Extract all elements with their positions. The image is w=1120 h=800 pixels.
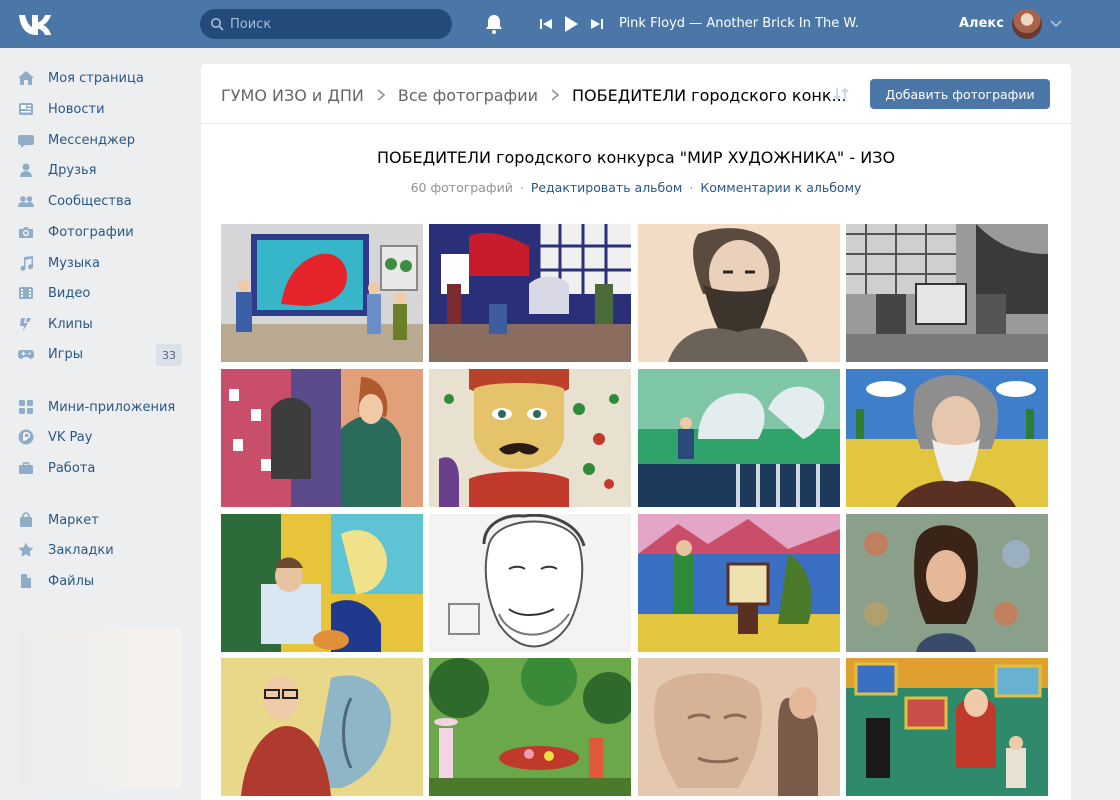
meta-separator: ·: [519, 180, 524, 195]
sidebar-item-label: VK Pay: [48, 429, 93, 445]
photo-thumbnail-11[interactable]: [638, 514, 840, 652]
news-icon: [16, 99, 36, 119]
briefcase-icon: [16, 458, 36, 478]
vkpay-icon: [16, 427, 36, 447]
photo-thumbnail-15[interactable]: [638, 658, 840, 796]
next-track-icon[interactable]: [589, 16, 605, 32]
play-icon[interactable]: [562, 14, 580, 34]
sidebar-item-messenger[interactable]: Мессенджер: [16, 126, 186, 154]
sidebar-item-label: Музыка: [48, 255, 100, 271]
sidebar-item-label: Работа: [48, 460, 96, 476]
sidebar-item-label: Сообщества: [48, 193, 132, 209]
top-bar: Pink Floyd — Another Brick In The W... А…: [0, 0, 1120, 48]
sidebar-ad-block[interactable]: [17, 628, 181, 788]
search-input[interactable]: [230, 9, 440, 39]
star-icon: [16, 540, 36, 560]
chevron-right-icon: [377, 89, 386, 101]
photo-thumbnail-13[interactable]: [221, 658, 423, 796]
photo-thumbnail-12[interactable]: [846, 514, 1048, 652]
games-counter-badge[interactable]: 33: [156, 344, 182, 366]
sidebar-item-label: Новости: [48, 101, 105, 117]
vk-logo-icon[interactable]: [16, 8, 60, 40]
now-playing-track[interactable]: Pink Floyd — Another Brick In The W...: [619, 16, 859, 31]
meta-separator: ·: [689, 180, 694, 195]
sidebar-item-video[interactable]: Видео: [16, 279, 186, 307]
photo-thumbnail-3[interactable]: [638, 224, 840, 362]
photo-thumbnail-16[interactable]: [846, 658, 1048, 796]
bell-icon[interactable]: [484, 13, 504, 35]
breadcrumb-current: ПОБЕДИТЕЛИ городского конк: [572, 85, 832, 105]
sidebar-item-label: Друзья: [48, 162, 97, 178]
gamepad-icon: [16, 344, 36, 364]
sidebar-item-files[interactable]: Файлы: [16, 567, 186, 595]
communities-icon: [16, 191, 36, 211]
sidebar-item-market[interactable]: Маркет: [16, 506, 186, 534]
search-box[interactable]: [200, 9, 452, 39]
video-icon: [16, 283, 36, 303]
sidebar-item-news[interactable]: Новости: [16, 95, 186, 123]
sidebar-item-label: Маркет: [48, 512, 99, 528]
photo-thumbnail-8[interactable]: [846, 369, 1048, 507]
chevron-down-icon[interactable]: [1050, 20, 1062, 28]
breadcrumb-group-link[interactable]: ГУМО ИЗО и ДПИ: [221, 86, 364, 105]
photo-thumbnail-5[interactable]: [221, 369, 423, 507]
sidebar-item-vk-pay[interactable]: VK Pay: [16, 423, 186, 451]
market-bag-icon: [16, 510, 36, 530]
sidebar-item-label: Моя страница: [48, 70, 144, 86]
sidebar-item-label: Игры: [48, 346, 84, 362]
album-meta: 60 фотографий · Редактировать альбом · К…: [201, 180, 1071, 195]
chevron-right-icon: [551, 89, 560, 101]
breadcrumb-all-photos-link[interactable]: Все фотографии: [398, 86, 538, 105]
sidebar-item-label: Фотографии: [48, 224, 134, 240]
sort-arrows-icon[interactable]: [832, 86, 850, 102]
home-icon: [16, 68, 36, 88]
header-divider: [201, 123, 1071, 124]
edit-album-link[interactable]: Редактировать альбом: [531, 180, 683, 195]
sidebar-item-jobs[interactable]: Работа: [16, 454, 186, 482]
album-title: ПОБЕДИТЕЛИ городского конкурса "МИР ХУДО…: [376, 148, 896, 167]
avatar[interactable]: [1012, 9, 1042, 39]
sidebar-item-bookmarks[interactable]: Закладки: [16, 536, 186, 564]
sidebar-item-label: Файлы: [48, 573, 95, 589]
sidebar-item-my-page[interactable]: Моя страница: [16, 64, 186, 92]
sidebar-item-label: Видео: [48, 285, 91, 301]
sidebar-item-clips[interactable]: Клипы: [16, 310, 186, 338]
photo-thumbnail-14[interactable]: [429, 658, 631, 796]
sidebar-item-friends[interactable]: Друзья: [16, 156, 186, 184]
file-icon: [16, 571, 36, 591]
mini-apps-icon: [16, 397, 36, 417]
sidebar-item-label: Клипы: [48, 316, 93, 332]
photo-thumbnail-9[interactable]: [221, 514, 423, 652]
album-comments-link[interactable]: Комментарии к альбому: [700, 180, 861, 195]
messenger-icon: [16, 130, 36, 150]
sidebar-item-label: Закладки: [48, 542, 114, 558]
add-photos-button[interactable]: Добавить фотографии: [870, 79, 1050, 109]
sidebar-item-music[interactable]: Музыка: [16, 249, 186, 277]
camera-icon: [16, 222, 36, 242]
sidebar-item-mini-apps[interactable]: Мини-приложения: [16, 393, 186, 421]
photo-thumbnail-7[interactable]: [638, 369, 840, 507]
photo-thumbnail-6[interactable]: [429, 369, 631, 507]
photo-thumbnail-10[interactable]: [429, 514, 631, 652]
photo-thumbnail-2[interactable]: [429, 224, 631, 362]
clips-icon: [16, 314, 36, 334]
sidebar-item-label: Мини-приложения: [48, 399, 176, 415]
previous-track-icon[interactable]: [538, 16, 554, 32]
photo-count: 60 фотографий: [410, 180, 513, 195]
sidebar-item-label: Мессенджер: [48, 132, 135, 148]
user-name[interactable]: Алекс: [959, 16, 1004, 31]
sidebar-item-photos[interactable]: Фотографии: [16, 218, 186, 246]
breadcrumb: ГУМО ИЗО и ДПИ Все фотографии ПОБЕДИТЕЛИ…: [221, 84, 847, 106]
friends-icon: [16, 160, 36, 180]
photo-thumbnail-1[interactable]: [221, 224, 423, 362]
sidebar-item-communities[interactable]: Сообщества: [16, 187, 186, 215]
photo-thumbnail-4[interactable]: [846, 224, 1048, 362]
search-icon: [211, 18, 224, 31]
music-note-icon: [16, 253, 36, 273]
